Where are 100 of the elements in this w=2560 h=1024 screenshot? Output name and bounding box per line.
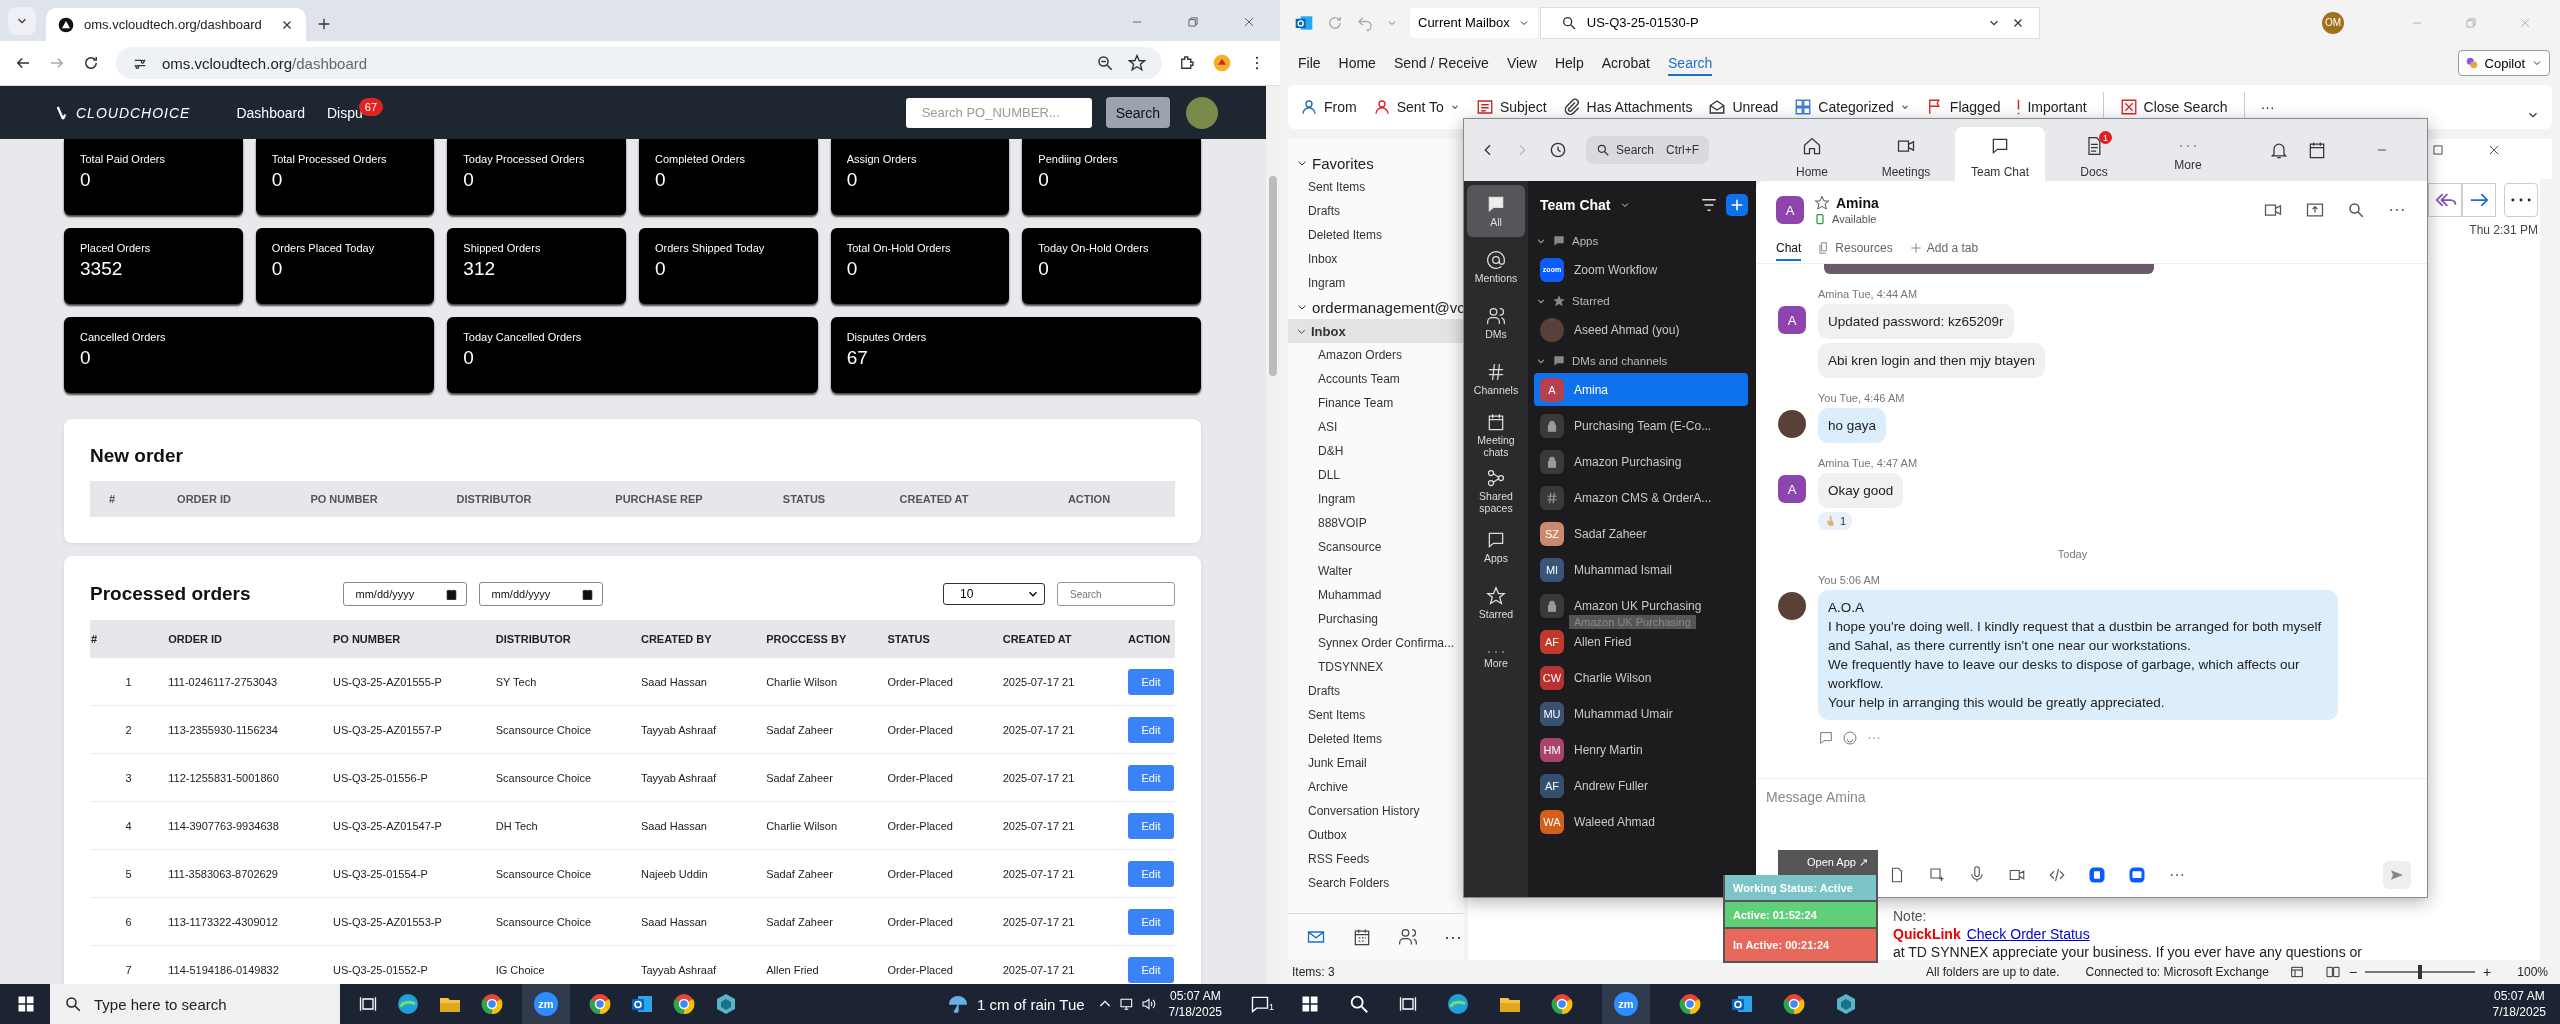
folder-item[interactable]: Drafts bbox=[1288, 199, 1464, 223]
section-label[interactable]: Apps bbox=[1572, 235, 1599, 247]
notification-button[interactable]: 1 bbox=[1240, 994, 1280, 1014]
screenshot-icon[interactable] bbox=[1928, 866, 1946, 884]
chat-name[interactable]: Amina bbox=[1574, 382, 1608, 397]
folder-item[interactable]: Finance Team bbox=[1288, 391, 1464, 415]
folder-item[interactable]: Inbox bbox=[1288, 247, 1464, 271]
folder-item[interactable]: Walter bbox=[1288, 559, 1464, 583]
browser-tab[interactable]: oms.vcloudtech.org/dashboard bbox=[46, 8, 306, 41]
order-status-link[interactable]: Check Order Status bbox=[1966, 926, 2090, 942]
menu-tab[interactable]: Home bbox=[1338, 55, 1376, 71]
menu-tab[interactable]: Search bbox=[1668, 55, 1713, 76]
chat-list-item[interactable]: SZ Sadaf Zaheer bbox=[1534, 517, 1748, 550]
calendar-icon[interactable] bbox=[1352, 927, 1372, 947]
filter-icon[interactable] bbox=[1700, 196, 1718, 214]
menu-tab[interactable]: Acrobat bbox=[1601, 55, 1650, 71]
chat-list-item[interactable]: Aseed Ahmad (you) bbox=[1534, 313, 1748, 346]
folder-item[interactable]: Archive bbox=[1288, 775, 1464, 799]
nav-tab[interactable]: Team Chat bbox=[1955, 127, 2046, 181]
date-field[interactable]: mm/dd/yyyy bbox=[342, 582, 467, 606]
reaction-chip[interactable]: 1 bbox=[1818, 512, 1853, 530]
rail-item[interactable]: Meeting chats bbox=[1467, 409, 1525, 461]
rail-item[interactable]: All bbox=[1467, 185, 1525, 237]
chat-name[interactable]: Amazon CMS & OrderA... bbox=[1574, 490, 1712, 505]
chat-list-item[interactable]: MU Muhammad Umair bbox=[1534, 697, 1748, 730]
folder-item[interactable]: Outbox bbox=[1288, 823, 1464, 847]
avatar-photo-placeholder[interactable] bbox=[1186, 96, 1218, 129]
clock-date[interactable]: 7/18/2025 bbox=[2492, 1004, 2546, 1020]
search-field[interactable]: US-Q3-25-01530-P bbox=[1539, 6, 2040, 39]
folder-item[interactable]: 888VOIP bbox=[1288, 511, 1464, 535]
menu-tab[interactable]: Help bbox=[1554, 55, 1584, 71]
copilot-button[interactable]: Copilot bbox=[2457, 50, 2550, 76]
section-label[interactable]: Starred bbox=[1572, 295, 1610, 307]
edit-button[interactable]: Edit bbox=[1128, 956, 1174, 983]
chat-tab[interactable]: Resources bbox=[1817, 237, 1893, 259]
ribbon-button[interactable]: Unread bbox=[1708, 98, 1779, 116]
new-tab-icon[interactable] bbox=[316, 16, 332, 32]
clock-time[interactable]: 05:07 AM bbox=[1169, 988, 1221, 1004]
chevron-down-icon[interactable] bbox=[1536, 236, 1546, 246]
send-button[interactable] bbox=[2383, 861, 2411, 889]
nav-tab[interactable]: Docs 1 bbox=[2049, 127, 2140, 181]
folder-item[interactable]: Inbox bbox=[1288, 319, 1464, 343]
windows-logo-icon[interactable] bbox=[16, 994, 36, 1014]
chat-name[interactable]: Amazon UK Purchasing bbox=[1574, 598, 1702, 613]
chevron-down-icon[interactable] bbox=[1536, 296, 1546, 306]
edit-button[interactable]: Edit bbox=[1128, 668, 1174, 695]
folder-item[interactable]: TDSYNNEX bbox=[1288, 655, 1464, 679]
restore-icon[interactable] bbox=[1186, 15, 1200, 29]
normal-view-icon[interactable] bbox=[2288, 964, 2305, 980]
history-icon[interactable] bbox=[1548, 140, 1568, 160]
chat-name[interactable]: Allen Fried bbox=[1574, 634, 1632, 649]
browser-icon[interactable] bbox=[1446, 992, 1470, 1016]
folder-item[interactable]: Sent Items bbox=[1288, 175, 1464, 199]
folder-item[interactable]: Synnex Order Confirma... bbox=[1288, 631, 1464, 655]
menu-tab[interactable]: File bbox=[1298, 55, 1321, 71]
search-scope-dropdown[interactable]: Current Mailbox bbox=[1410, 7, 1538, 38]
chat-name[interactable]: Andrew Fuller bbox=[1574, 778, 1649, 793]
folder-item[interactable]: Deleted Items bbox=[1288, 727, 1464, 751]
folder-item[interactable]: Accounts Team bbox=[1288, 367, 1464, 391]
chat-list-item[interactable]: CW Charlie Wilson bbox=[1534, 661, 1748, 694]
edit-button[interactable]: Edit bbox=[1128, 764, 1174, 791]
weather-text[interactable]: 1 cm of rain Tue bbox=[977, 995, 1085, 1013]
menu-tab[interactable]: Send / Receive bbox=[1393, 55, 1489, 71]
folder-item[interactable]: Sent Items bbox=[1288, 703, 1464, 727]
browser-icon[interactable] bbox=[396, 992, 420, 1016]
folder-group[interactable]: ordermanagement@vc bbox=[1288, 295, 1464, 319]
chrome-icon[interactable] bbox=[480, 992, 504, 1016]
address-bar[interactable]: oms.vcloudtech.org/dashboard bbox=[116, 47, 1162, 79]
search-icon[interactable] bbox=[1348, 993, 1370, 1015]
search-field[interactable]: Search Ctrl+F bbox=[1586, 136, 1710, 164]
microphone-icon[interactable] bbox=[1968, 866, 1986, 884]
folder-item[interactable]: Search Folders bbox=[1288, 871, 1464, 895]
folder-item[interactable]: ASI bbox=[1288, 415, 1464, 439]
chrome-icon[interactable] bbox=[672, 992, 696, 1016]
reply-all-icon[interactable] bbox=[2428, 183, 2462, 217]
folder-group[interactable]: Favorites bbox=[1288, 151, 1464, 175]
chat-list-item[interactable]: Purchasing Team (E-Co... bbox=[1534, 409, 1748, 442]
folder-item[interactable]: DLL bbox=[1288, 463, 1464, 487]
maximize-icon[interactable] bbox=[2431, 143, 2446, 157]
slider-thumb[interactable] bbox=[2418, 965, 2423, 979]
ribbon-button[interactable]: Categorized bbox=[1794, 98, 1910, 116]
folder-item[interactable]: Scansource bbox=[1288, 535, 1464, 559]
add-reaction-icon[interactable] bbox=[1842, 730, 1858, 746]
chat-name[interactable]: Waleed Ahmad bbox=[1574, 814, 1655, 829]
folder-item[interactable]: Ingram bbox=[1288, 487, 1464, 511]
folder-item[interactable]: Deleted Items bbox=[1288, 223, 1464, 247]
nav-link[interactable]: Dashboard bbox=[236, 104, 305, 121]
chat-name[interactable]: Aseed Ahmad (you) bbox=[1574, 322, 1680, 337]
folder-item[interactable]: Ingram bbox=[1288, 271, 1464, 295]
rail-item[interactable]: Apps bbox=[1467, 521, 1525, 573]
folder-item[interactable]: D&H bbox=[1288, 439, 1464, 463]
new-chat-button[interactable] bbox=[1726, 194, 1748, 216]
nav-tab[interactable]: Meetings bbox=[1861, 127, 1952, 181]
date-field[interactable]: mm/dd/yyyy bbox=[478, 582, 603, 606]
zoom-out-icon[interactable] bbox=[1096, 54, 1114, 72]
chrome-icon[interactable] bbox=[1782, 992, 1806, 1016]
speaker-icon[interactable] bbox=[1140, 996, 1157, 1012]
app-icon[interactable] bbox=[2128, 866, 2146, 884]
site-logo[interactable]: CLOUDCHOICE bbox=[76, 104, 191, 121]
section-label[interactable]: DMs and channels bbox=[1572, 355, 1668, 367]
